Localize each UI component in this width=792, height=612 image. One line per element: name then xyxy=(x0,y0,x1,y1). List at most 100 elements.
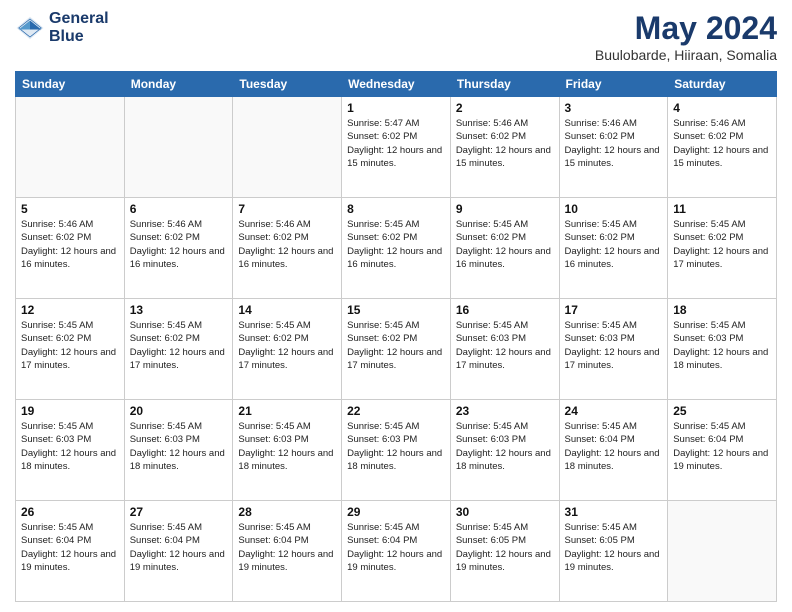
day-cell: 28 Sunrise: 5:45 AM Sunset: 6:04 PM Dayli… xyxy=(233,501,342,602)
week-row-4: 19 Sunrise: 5:45 AM Sunset: 6:03 PM Dayli… xyxy=(16,400,777,501)
day-cell: 15 Sunrise: 5:45 AM Sunset: 6:02 PM Dayli… xyxy=(342,299,451,400)
week-row-3: 12 Sunrise: 5:45 AM Sunset: 6:02 PM Dayli… xyxy=(16,299,777,400)
day-info: Sunrise: 5:46 AM Sunset: 6:02 PM Dayligh… xyxy=(456,117,554,170)
day-info: Sunrise: 5:45 AM Sunset: 6:04 PM Dayligh… xyxy=(238,521,336,574)
day-number: 27 xyxy=(130,505,228,519)
day-cell: 24 Sunrise: 5:45 AM Sunset: 6:04 PM Dayli… xyxy=(559,400,668,501)
day-info: Sunrise: 5:47 AM Sunset: 6:02 PM Dayligh… xyxy=(347,117,445,170)
day-number: 9 xyxy=(456,202,554,216)
col-header-monday: Monday xyxy=(124,72,233,97)
day-number: 8 xyxy=(347,202,445,216)
day-number: 19 xyxy=(21,404,119,418)
day-cell: 18 Sunrise: 5:45 AM Sunset: 6:03 PM Dayli… xyxy=(668,299,777,400)
day-info: Sunrise: 5:46 AM Sunset: 6:02 PM Dayligh… xyxy=(21,218,119,271)
logo-icon xyxy=(15,13,45,43)
day-number: 21 xyxy=(238,404,336,418)
day-info: Sunrise: 5:45 AM Sunset: 6:04 PM Dayligh… xyxy=(130,521,228,574)
day-cell: 10 Sunrise: 5:45 AM Sunset: 6:02 PM Dayli… xyxy=(559,198,668,299)
day-cell: 27 Sunrise: 5:45 AM Sunset: 6:04 PM Dayli… xyxy=(124,501,233,602)
day-info: Sunrise: 5:45 AM Sunset: 6:03 PM Dayligh… xyxy=(673,319,771,372)
col-header-wednesday: Wednesday xyxy=(342,72,451,97)
day-number: 6 xyxy=(130,202,228,216)
day-info: Sunrise: 5:45 AM Sunset: 6:02 PM Dayligh… xyxy=(565,218,663,271)
day-cell: 20Sunrise: 5:45 AM Sunset: 6:03 PM Dayli… xyxy=(124,400,233,501)
col-header-thursday: Thursday xyxy=(450,72,559,97)
day-info: Sunrise: 5:45 AM Sunset: 6:02 PM Dayligh… xyxy=(21,319,119,372)
day-cell: 3 Sunrise: 5:46 AM Sunset: 6:02 PM Daylig… xyxy=(559,97,668,198)
day-number: 24 xyxy=(565,404,663,418)
day-info: Sunrise: 5:45 AM Sunset: 6:02 PM Dayligh… xyxy=(347,319,445,372)
day-cell: 7 Sunrise: 5:46 AM Sunset: 6:02 PM Daylig… xyxy=(233,198,342,299)
day-number: 29 xyxy=(347,505,445,519)
day-info: Sunrise: 5:45 AM Sunset: 6:03 PM Dayligh… xyxy=(130,420,228,473)
day-info: Sunrise: 5:45 AM Sunset: 6:03 PM Dayligh… xyxy=(456,420,554,473)
day-number: 5 xyxy=(21,202,119,216)
day-info: Sunrise: 5:45 AM Sunset: 6:05 PM Dayligh… xyxy=(565,521,663,574)
day-number: 3 xyxy=(565,101,663,115)
day-cell: 13Sunrise: 5:45 AM Sunset: 6:02 PM Dayli… xyxy=(124,299,233,400)
day-number: 14 xyxy=(238,303,336,317)
logo: General Blue xyxy=(15,10,109,45)
day-cell: 9 Sunrise: 5:45 AM Sunset: 6:02 PM Daylig… xyxy=(450,198,559,299)
day-info: Sunrise: 5:45 AM Sunset: 6:04 PM Dayligh… xyxy=(673,420,771,473)
header: General Blue May 2024 Buulobarde, Hiiraa… xyxy=(15,10,777,63)
day-cell xyxy=(124,97,233,198)
day-info: Sunrise: 5:45 AM Sunset: 6:04 PM Dayligh… xyxy=(21,521,119,574)
day-info: Sunrise: 5:45 AM Sunset: 6:04 PM Dayligh… xyxy=(347,521,445,574)
col-header-tuesday: Tuesday xyxy=(233,72,342,97)
day-number: 7 xyxy=(238,202,336,216)
day-number: 30 xyxy=(456,505,554,519)
day-cell xyxy=(668,501,777,602)
day-cell: 8 Sunrise: 5:45 AM Sunset: 6:02 PM Daylig… xyxy=(342,198,451,299)
month-title: May 2024 xyxy=(595,10,777,47)
col-header-saturday: Saturday xyxy=(668,72,777,97)
day-number: 22 xyxy=(347,404,445,418)
day-number: 1 xyxy=(347,101,445,115)
day-cell: 2 Sunrise: 5:46 AM Sunset: 6:02 PM Daylig… xyxy=(450,97,559,198)
day-info: Sunrise: 5:45 AM Sunset: 6:05 PM Dayligh… xyxy=(456,521,554,574)
day-cell xyxy=(16,97,125,198)
header-row: SundayMondayTuesdayWednesdayThursdayFrid… xyxy=(16,72,777,97)
day-number: 23 xyxy=(456,404,554,418)
day-number: 10 xyxy=(565,202,663,216)
day-number: 28 xyxy=(238,505,336,519)
day-number: 31 xyxy=(565,505,663,519)
day-cell: 12 Sunrise: 5:45 AM Sunset: 6:02 PM Dayli… xyxy=(16,299,125,400)
calendar-table: SundayMondayTuesdayWednesdayThursdayFrid… xyxy=(15,71,777,602)
day-cell: 31 Sunrise: 5:45 AM Sunset: 6:05 PM Dayli… xyxy=(559,501,668,602)
day-cell: 14Sunrise: 5:45 AM Sunset: 6:02 PM Dayli… xyxy=(233,299,342,400)
calendar-page: General Blue May 2024 Buulobarde, Hiiraa… xyxy=(0,0,792,612)
day-number: 25 xyxy=(673,404,771,418)
day-cell: 19 Sunrise: 5:45 AM Sunset: 6:03 PM Dayli… xyxy=(16,400,125,501)
day-cell: 11Sunrise: 5:45 AM Sunset: 6:02 PM Dayli… xyxy=(668,198,777,299)
day-info: Sunrise: 5:45 AM Sunset: 6:03 PM Dayligh… xyxy=(21,420,119,473)
title-section: May 2024 Buulobarde, Hiiraan, Somalia xyxy=(595,10,777,63)
day-info: Sunrise: 5:46 AM Sunset: 6:02 PM Dayligh… xyxy=(565,117,663,170)
day-number: 2 xyxy=(456,101,554,115)
day-cell: 6Sunrise: 5:46 AM Sunset: 6:02 PM Daylig… xyxy=(124,198,233,299)
logo-line2: Blue xyxy=(49,28,109,46)
week-row-5: 26 Sunrise: 5:45 AM Sunset: 6:04 PM Dayli… xyxy=(16,501,777,602)
day-number: 12 xyxy=(21,303,119,317)
day-info: Sunrise: 5:45 AM Sunset: 6:04 PM Dayligh… xyxy=(565,420,663,473)
day-cell: 1 Sunrise: 5:47 AM Sunset: 6:02 PM Daylig… xyxy=(342,97,451,198)
day-info: Sunrise: 5:45 AM Sunset: 6:02 PM Dayligh… xyxy=(347,218,445,271)
day-cell: 23 Sunrise: 5:45 AM Sunset: 6:03 PM Dayli… xyxy=(450,400,559,501)
day-number: 15 xyxy=(347,303,445,317)
day-cell: 5 Sunrise: 5:46 AM Sunset: 6:02 PM Daylig… xyxy=(16,198,125,299)
day-info: Sunrise: 5:45 AM Sunset: 6:02 PM Dayligh… xyxy=(673,218,771,271)
day-cell: 22Sunrise: 5:45 AM Sunset: 6:03 PM Dayli… xyxy=(342,400,451,501)
day-cell: 17Sunrise: 5:45 AM Sunset: 6:03 PM Dayli… xyxy=(559,299,668,400)
day-cell: 26 Sunrise: 5:45 AM Sunset: 6:04 PM Dayli… xyxy=(16,501,125,602)
col-header-friday: Friday xyxy=(559,72,668,97)
day-info: Sunrise: 5:46 AM Sunset: 6:02 PM Dayligh… xyxy=(238,218,336,271)
day-number: 13 xyxy=(130,303,228,317)
day-cell: 30 Sunrise: 5:45 AM Sunset: 6:05 PM Dayli… xyxy=(450,501,559,602)
day-number: 18 xyxy=(673,303,771,317)
day-cell: 29 Sunrise: 5:45 AM Sunset: 6:04 PM Dayli… xyxy=(342,501,451,602)
day-number: 26 xyxy=(21,505,119,519)
day-info: Sunrise: 5:45 AM Sunset: 6:02 PM Dayligh… xyxy=(456,218,554,271)
day-cell xyxy=(233,97,342,198)
col-header-sunday: Sunday xyxy=(16,72,125,97)
week-row-2: 5 Sunrise: 5:46 AM Sunset: 6:02 PM Daylig… xyxy=(16,198,777,299)
